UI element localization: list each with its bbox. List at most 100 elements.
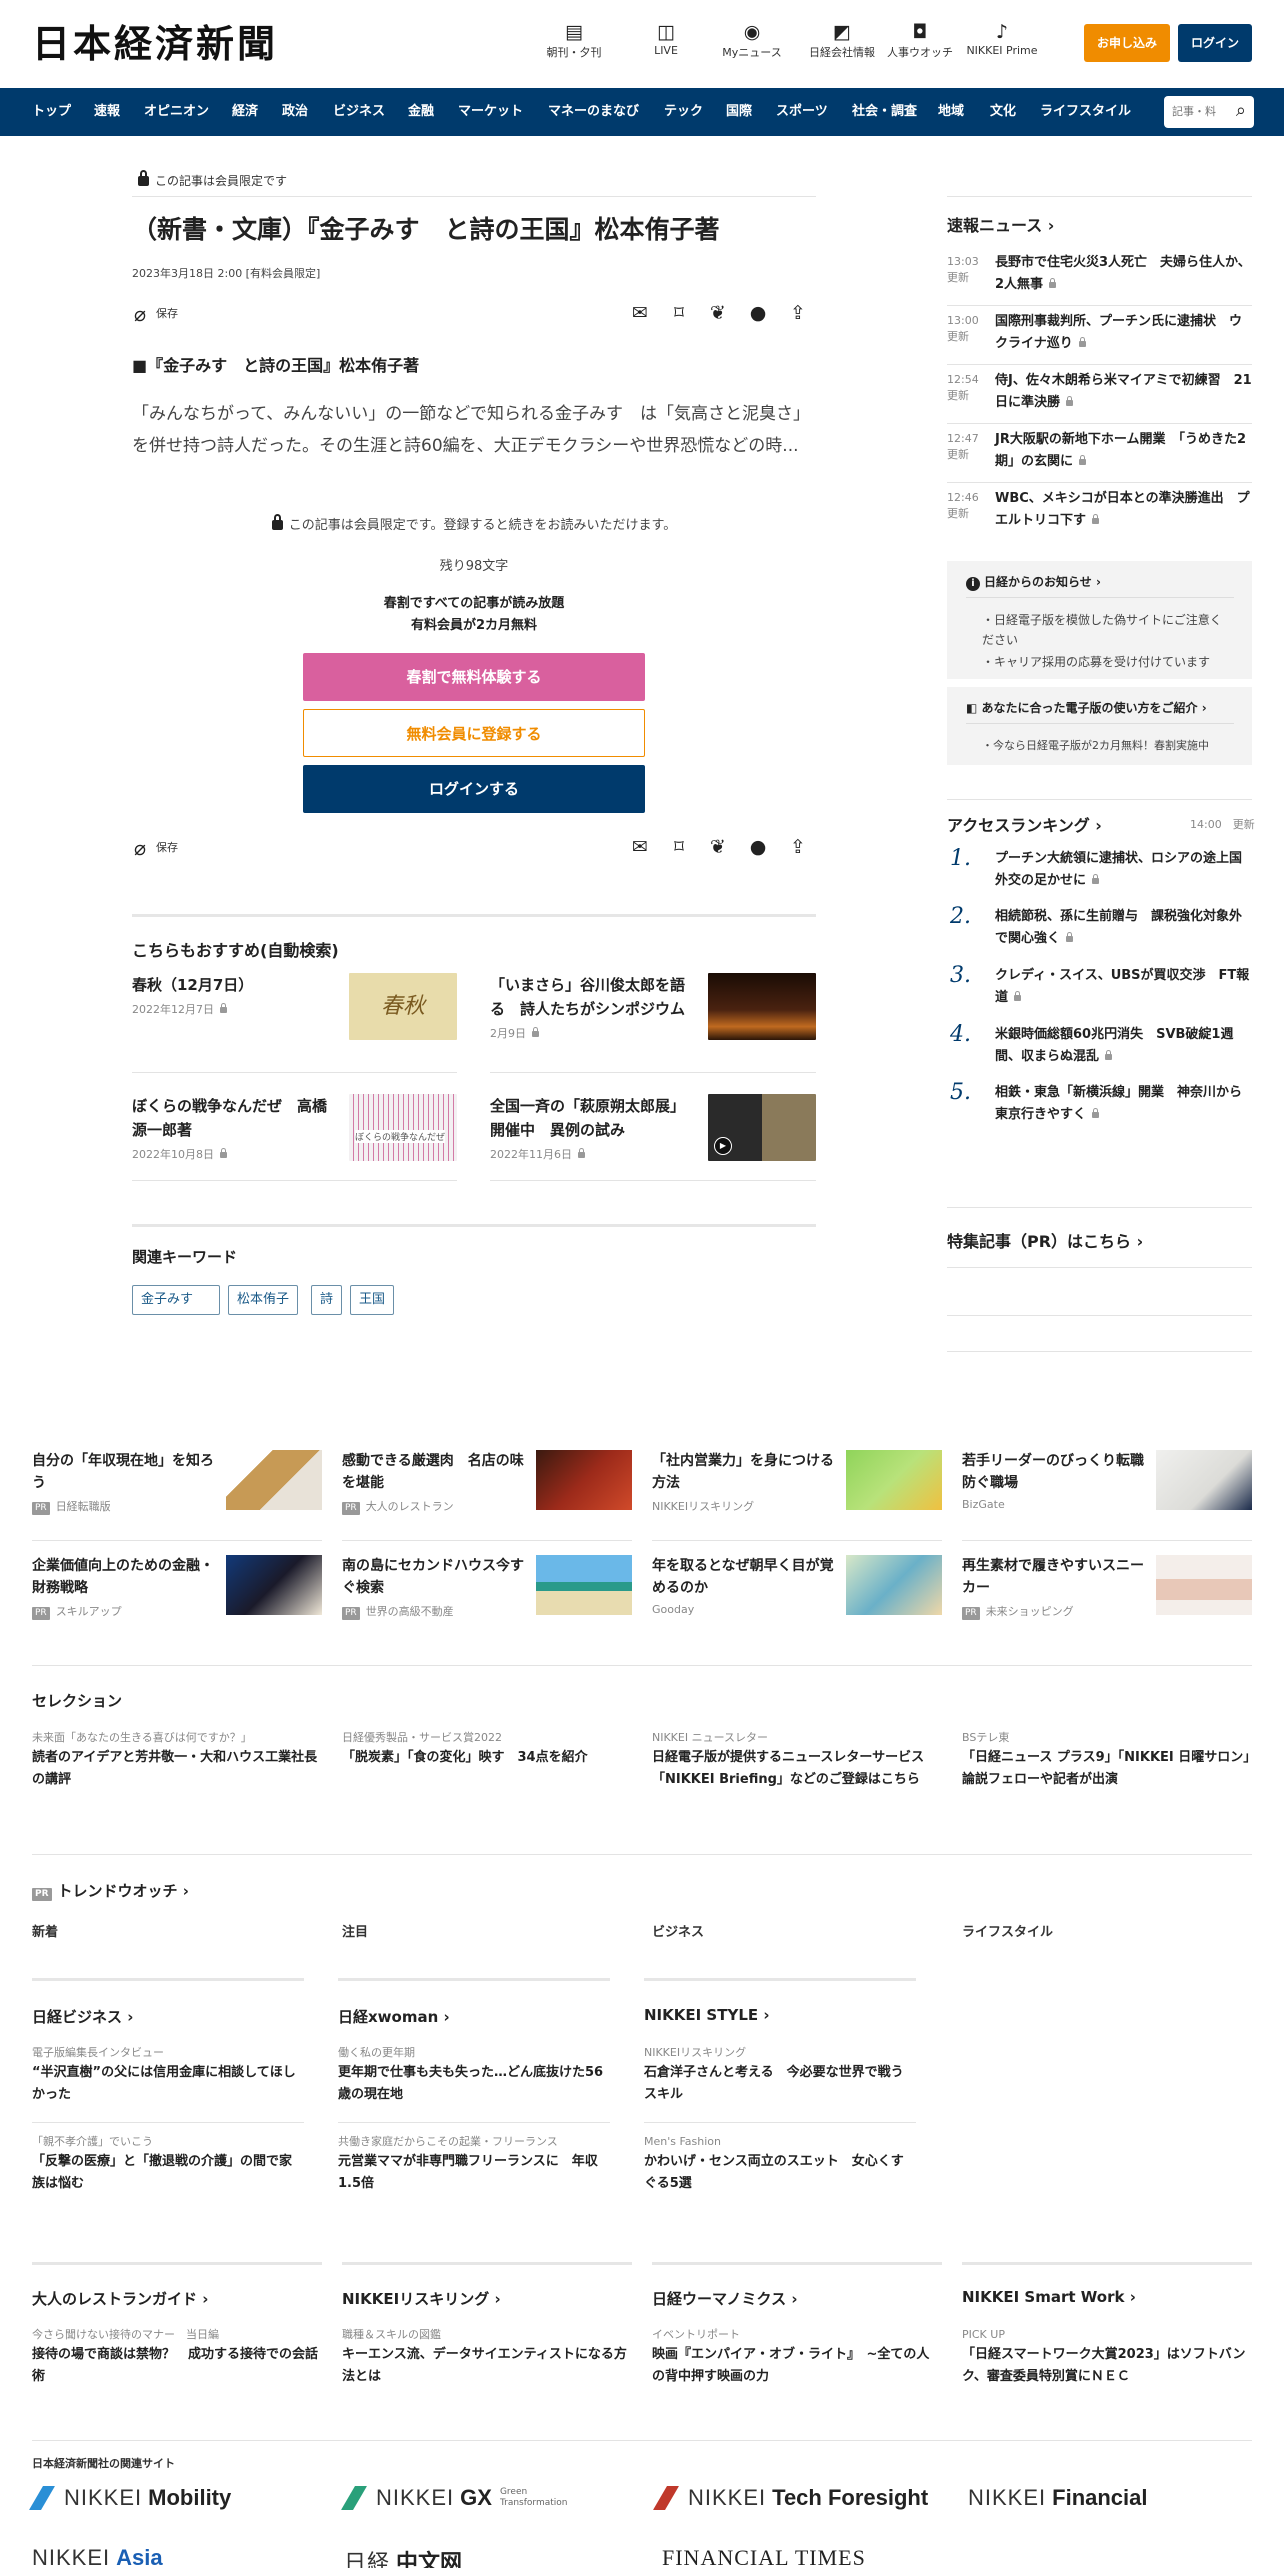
ranking-item[interactable]: 4. 米銀時価総額60兆円消失 SVB破綻1週間、収まらぬ混乱: [950, 1022, 1252, 1068]
keyword-tag[interactable]: 詩: [311, 1285, 343, 1315]
notice-item[interactable]: ・キャリア採用の応募を受け付けています: [982, 652, 1232, 672]
register-button[interactable]: 無料会員に登録する: [303, 709, 645, 757]
media2-heading[interactable]: NIKKEIリスキリング ›: [342, 2288, 501, 2309]
trial-button[interactable]: 春割で無料体験する: [303, 653, 645, 701]
nav-item[interactable]: マーケット: [458, 88, 523, 136]
mail-icon[interactable]: ✉: [627, 302, 653, 324]
trend-tab[interactable]: 新着: [32, 1921, 58, 1940]
media2-item[interactable]: PICK UP 「日経スマートワーク大賞2023」はソフトバンク、審査委員特別賞に…: [962, 2326, 1252, 2388]
media-heading[interactable]: NIKKEI STYLE ›: [644, 2006, 770, 2024]
breaking-news-item[interactable]: 12:46 更新 WBC、メキシコが日本との準決勝進出 プエルトリコ下す: [947, 488, 1252, 532]
media-item[interactable]: NIKKEIリスキリング 石倉洋子さんと考える 今必要な世界で戦うスキル: [644, 2044, 916, 2106]
nav-item[interactable]: 国際: [726, 88, 752, 136]
nav-item[interactable]: オピニオン: [144, 88, 209, 136]
search-link[interactable]: ◘ 人事ウオッチ: [874, 20, 966, 60]
nav-item[interactable]: 経済: [232, 88, 258, 136]
keyword-tag[interactable]: 金子みす: [132, 1285, 220, 1315]
media-item[interactable]: 「親不孝介護」でいこう 「反撃の医療」と「撤退戦の介護」の間で家族は悩む: [32, 2133, 304, 2195]
media2-heading[interactable]: NIKKEI Smart Work ›: [962, 2288, 1136, 2306]
nav-item[interactable]: ライフスタイル: [1040, 88, 1131, 136]
nav-item[interactable]: ビジネス: [333, 88, 385, 136]
nav-item[interactable]: 政治: [282, 88, 308, 136]
guide-heading[interactable]: ◧ あなたに合った電子版の使い方をご紹介 ›: [966, 699, 1207, 716]
twitter-icon[interactable]: ❦: [705, 302, 731, 324]
related-site-logo[interactable]: FINANCIAL TIMES: [656, 2545, 866, 2568]
media-heading[interactable]: 日経xwoman ›: [338, 2006, 450, 2027]
facebook-icon[interactable]: ●: [745, 836, 771, 858]
save-button[interactable]: ⌀ 保存: [134, 302, 178, 326]
guide-item[interactable]: ・今なら日経電子版が2カ月無料！春割実施中: [982, 736, 1209, 756]
media-heading[interactable]: 日経ビジネス ›: [32, 2006, 133, 2027]
mail-icon[interactable]: ✉: [627, 836, 653, 858]
related-site-logo[interactable]: NIKKEI GX Green Transformation: [344, 2485, 580, 2515]
user-link[interactable]: ◉ Myニュース: [706, 20, 798, 60]
nav-item[interactable]: 文化: [990, 88, 1016, 136]
ad-item[interactable]: 年を取るとなぜ朝早く目が覚めるのか Gooday: [652, 1555, 942, 1625]
recommend-item[interactable]: ぼくらの戦争なんだぜ 高橋源一郎著 2022年10月8日 ぼくらの戦争なんだぜ: [132, 1094, 457, 1162]
media-item[interactable]: 電子版編集長インタビュー “半沢直樹”の父には信用金庫に相談してほしかった: [32, 2044, 304, 2106]
breaking-news-item[interactable]: 13:00 更新 国際刑事裁判所、プーチン氏に逮捕状 ウクライナ巡り: [947, 311, 1252, 355]
ad-item[interactable]: 「社内営業力」を身につける方法 NIKKEIリスキリング: [652, 1450, 942, 1520]
media2-heading[interactable]: 日経ウーマノミクス ›: [652, 2288, 798, 2309]
trend-tab[interactable]: 注目: [342, 1921, 368, 1940]
ad-item[interactable]: 企業価値向上のための金融・財務戦略 PR スキルアップ: [32, 1555, 322, 1625]
selection-item[interactable]: 日経優秀製品・サービス賞2022 「脱炭素」「食の変化」映す 34点を紹介: [342, 1729, 632, 1769]
notice-heading[interactable]: i 日経からのお知らせ ›: [966, 573, 1101, 591]
media2-item[interactable]: イベントリポート 映画『エンパイア・オブ・ライト』 ~全ての人の背中押す映画の力: [652, 2326, 942, 2388]
selection-item[interactable]: BSテレ東 「日経ニュース プラス9」「NIKKEI 日曜サロン」論説フェローや記…: [962, 1729, 1252, 1791]
login-button[interactable]: ログイン: [1178, 24, 1252, 62]
ad-item[interactable]: 再生素材で履きやすいスニーカー PR 未来ショッピング: [962, 1555, 1252, 1625]
nav-item[interactable]: 金融: [408, 88, 434, 136]
recommend-item[interactable]: 全国一斉の「萩原朔太郎展」開催中 異例の試み 2022年11月6日 ▶: [490, 1094, 816, 1162]
trend-tab[interactable]: ライフスタイル: [962, 1921, 1053, 1940]
nav-item[interactable]: 社会・調査: [852, 88, 917, 136]
nav-item[interactable]: 地域: [938, 88, 964, 136]
recommend-item[interactable]: 春秋（12月7日） 2022年12月7日 春秋: [132, 973, 457, 1040]
media2-item[interactable]: 今さら聞けない接待のマナー 当日編 接待の場で商談は禁物？ 成功する接待での会話術: [32, 2326, 322, 2388]
nav-item[interactable]: スポーツ: [776, 88, 828, 136]
facebook-icon[interactable]: ●: [745, 302, 771, 324]
nav-item[interactable]: マネーのまなび: [548, 88, 639, 136]
pr-heading[interactable]: 特集記事（PR）はこちら ›: [947, 1228, 1143, 1252]
keyword-tag[interactable]: 松本侑子: [228, 1285, 299, 1315]
search-icon[interactable]: ⌕: [1236, 100, 1246, 121]
login-article-button[interactable]: ログインする: [303, 765, 645, 813]
search-input[interactable]: [1164, 96, 1220, 128]
newspaper-link[interactable]: ▤ 朝刊・夕刊: [528, 20, 620, 60]
ad-item[interactable]: 若手リーダーのびっくり転職防ぐ職場 BizGate: [962, 1450, 1252, 1520]
breaking-heading[interactable]: 速報ニュース ›: [947, 212, 1054, 236]
ad-item[interactable]: 南の島にセカンドハウス今すぐ検索 PR 世界の高級不動産: [342, 1555, 632, 1625]
prime-link[interactable]: ♪ NIKKEI Prime: [956, 20, 1048, 57]
breaking-news-item[interactable]: 12:54 更新 侍J、佐々木朗希ら米マイアミで初練習 21日に準決勝: [947, 370, 1252, 414]
related-site-logo[interactable]: NIKKEI Mobility: [32, 2485, 231, 2515]
trend-tab[interactable]: ビジネス: [652, 1921, 704, 1940]
notice-item[interactable]: ・日経電子版を模倣した偽サイトにご注意ください: [982, 610, 1232, 650]
nikkei-logo[interactable]: 日本経済新聞: [32, 22, 278, 66]
related-site-logo[interactable]: NIKKEI Financial: [968, 2485, 1148, 2515]
nav-item[interactable]: テック: [664, 88, 703, 136]
related-site-logo[interactable]: 日経 中文网: [344, 2545, 462, 2568]
media-item[interactable]: 共働き家庭だからこその起業・フリーランス 元営業ママが非専門職フリーランスに 年収…: [338, 2133, 610, 2195]
nav-item[interactable]: 速報: [94, 88, 120, 136]
ranking-item[interactable]: 5. 相鉄・東急「新横浜線」開業 神奈川から東京行きやすく: [950, 1080, 1252, 1126]
related-site-logo[interactable]: NIKKEI Tech Foresight: [656, 2485, 928, 2515]
share-icon[interactable]: ⇪: [785, 302, 811, 324]
apply-button[interactable]: お申し込み: [1084, 24, 1170, 62]
breaking-news-item[interactable]: 13:03 更新 長野市で住宅火災3人死亡 夫婦ら住人か、2人無事: [947, 252, 1252, 296]
selection-item[interactable]: 未来面「あなたの生きる喜びは何ですか？」 読者のアイデアと芳井敬一・大和ハウス工業…: [32, 1729, 322, 1791]
bookmark-icon[interactable]: ⌑: [666, 836, 692, 858]
ranking-heading[interactable]: アクセスランキング ›: [947, 812, 1102, 836]
ranking-item[interactable]: 1. プーチン大統領に逮捕状、ロシアの途上国外交の足かせに: [950, 846, 1252, 892]
video-link[interactable]: ◫ LIVE: [620, 20, 712, 57]
ranking-item[interactable]: 3. クレディ・スイス、UBSが買収交渉 FT報道: [950, 963, 1252, 1009]
keyword-tag[interactable]: 王国: [350, 1285, 395, 1315]
ad-item[interactable]: 自分の「年収現在地」を知ろう PR 日経転職版: [32, 1450, 322, 1520]
related-site-logo[interactable]: NIKKEI Asia: [32, 2545, 163, 2568]
breaking-news-item[interactable]: 12:47 更新 JR大阪駅の新地下ホーム開業 「うめきた2期」の玄関に: [947, 429, 1252, 473]
media2-item[interactable]: 職種＆スキルの図鑑 キーエンス流、データサイエンティストになる方法とは: [342, 2326, 632, 2388]
save-button-bottom[interactable]: ⌀ 保存: [134, 836, 178, 860]
share-icon[interactable]: ⇪: [785, 836, 811, 858]
selection-item[interactable]: NIKKEI ニュースレター 日経電子版が提供するニュースレターサービス「NIKK…: [652, 1729, 942, 1791]
bookmark-icon[interactable]: ⌑: [666, 302, 692, 324]
trend-heading[interactable]: PR トレンドウオッチ ›: [32, 1880, 189, 1901]
